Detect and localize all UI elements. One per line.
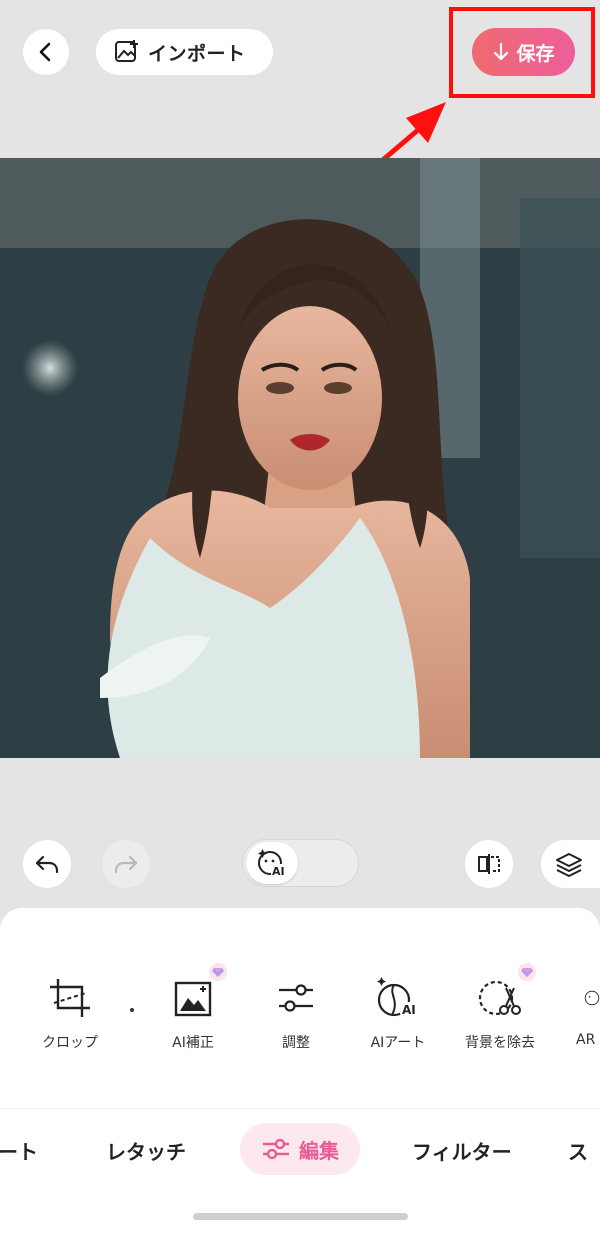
layers-button[interactable]	[541, 840, 600, 888]
portrait-image	[0, 158, 600, 758]
undo-icon	[35, 855, 59, 874]
remove-background-icon	[478, 980, 521, 1016]
tool-adjust[interactable]: 調整	[246, 976, 346, 1052]
svg-text:AI: AI	[402, 1003, 416, 1017]
tool-ai-art[interactable]: AI AIアート	[348, 976, 448, 1052]
tab-edit[interactable]: 編集	[240, 1123, 360, 1175]
tab-partial-right[interactable]: ス	[568, 1136, 588, 1165]
tab-template-partial[interactable]: ート	[0, 1136, 38, 1165]
ar-icon	[584, 990, 600, 1006]
save-highlight-box	[449, 7, 595, 98]
tab-edit-label: 編集	[299, 1138, 339, 1163]
ai-toggle-knob: AI	[246, 842, 298, 884]
layers-icon	[556, 853, 582, 877]
compare-button[interactable]	[465, 840, 513, 888]
premium-gem-icon	[209, 963, 227, 981]
tool-crop[interactable]: クロップ	[20, 976, 120, 1052]
tool-ar[interactable]: AR	[552, 976, 600, 1048]
redo-icon	[114, 855, 138, 874]
compare-icon	[478, 854, 500, 874]
bottom-panel	[0, 908, 600, 1234]
chevron-left-icon	[39, 42, 51, 62]
photo-canvas[interactable]	[0, 158, 600, 758]
undo-button[interactable]	[23, 840, 71, 888]
tab-retouch[interactable]: レタッチ	[106, 1136, 186, 1165]
import-button[interactable]: インポート	[96, 29, 273, 75]
redo-button[interactable]	[102, 840, 150, 888]
tab-divider	[0, 1108, 600, 1109]
image-add-icon	[115, 40, 138, 62]
separator-dot	[130, 1008, 134, 1012]
ai-face-toggle[interactable]: AI	[242, 839, 359, 887]
tab-filter[interactable]: フィルター	[412, 1136, 512, 1165]
tool-ai-enhance[interactable]: AI補正	[143, 963, 243, 1052]
ai-face-icon: AI	[258, 849, 287, 878]
svg-text:AI: AI	[272, 865, 285, 878]
tool-label: 背景を除去	[465, 1035, 535, 1051]
tool-label: 調整	[282, 1035, 310, 1051]
adjust-icon	[279, 984, 313, 1012]
tool-label: AR	[576, 1032, 596, 1048]
ai-enhance-icon	[174, 981, 212, 1017]
tool-label: AIアート	[370, 1035, 426, 1051]
import-label: インポート	[148, 42, 246, 65]
adjust-icon	[263, 1138, 289, 1160]
ai-art-icon: AI	[377, 977, 420, 1017]
tool-remove-background[interactable]: 背景を除去	[450, 963, 550, 1052]
tool-label: AI補正	[172, 1035, 214, 1051]
back-button[interactable]	[23, 29, 69, 75]
tool-label: クロップ	[42, 1035, 98, 1051]
crop-icon	[50, 979, 90, 1017]
home-indicator	[193, 1213, 408, 1220]
premium-gem-icon	[518, 963, 536, 981]
